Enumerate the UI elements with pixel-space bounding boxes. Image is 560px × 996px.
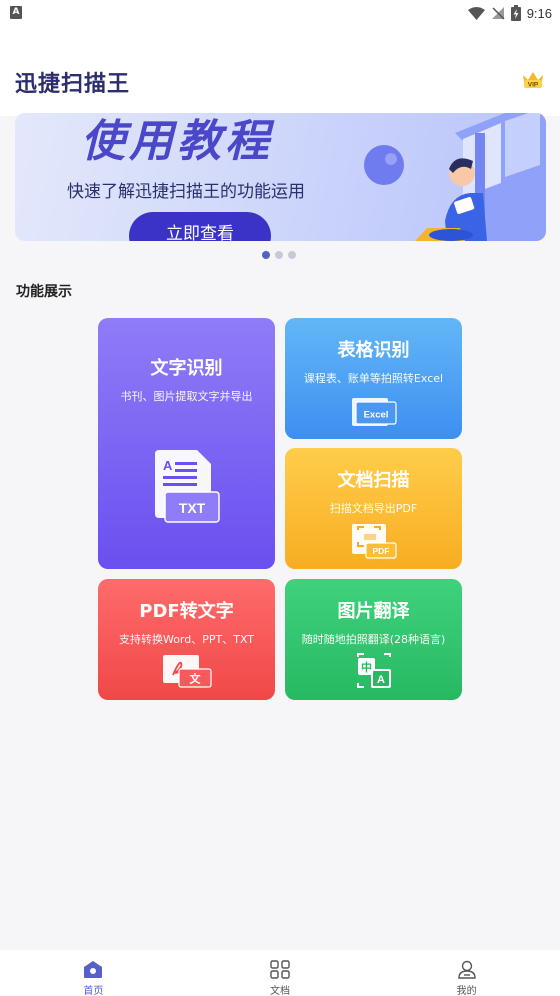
card-desc: 随时随地拍照翻译(28种语言) xyxy=(301,633,446,646)
banner-subtitle: 快速了解迅捷扫描王的功能运用 xyxy=(67,182,305,202)
user-icon xyxy=(457,960,476,979)
banner-dot-2[interactable] xyxy=(275,251,283,259)
scan-pdf-icon: PDF xyxy=(351,524,397,559)
app-title: 迅捷扫描王 xyxy=(15,72,131,97)
home-icon xyxy=(84,961,103,978)
translate-icon: 中 A xyxy=(356,653,391,688)
signal-off-icon xyxy=(491,7,505,20)
card-title: 文档扫描 xyxy=(337,470,410,491)
translate-target-label: A xyxy=(377,674,385,686)
card-title: 图片翻译 xyxy=(337,601,410,622)
nav-item-documents[interactable]: 文档 xyxy=(187,950,374,996)
card-title: 文字识别 xyxy=(150,358,223,379)
bottom-navigation: 首页 文档 我的 xyxy=(0,950,560,996)
clock: 9:16 xyxy=(526,5,552,21)
view-now-button[interactable]: 立即查看 xyxy=(129,212,271,241)
svg-text:A: A xyxy=(163,458,173,473)
app-header: 迅捷扫描王 VIP xyxy=(0,26,560,116)
nav-item-home[interactable]: 首页 xyxy=(0,950,187,996)
table-recognition-card[interactable]: 表格识别 课程表、账单等拍照转Excel Excel xyxy=(285,318,462,439)
card-desc: 支持转换Word、PPT、TXT xyxy=(118,633,255,646)
tutorial-banner[interactable]: 使用教程 快速了解迅捷扫描王的功能运用 立即查看 xyxy=(15,113,546,241)
translate-source-label: 中 xyxy=(361,660,372,674)
banner-heading: 使用教程 xyxy=(81,116,273,167)
card-desc: 书刊、图片提取文字并导出 xyxy=(120,390,253,403)
battery-charging-icon xyxy=(510,5,521,21)
grid-icon xyxy=(270,960,290,979)
excel-icon-label: Excel xyxy=(363,410,388,421)
pdf-icon-label: PDF xyxy=(372,546,389,556)
vip-crown-icon[interactable]: VIP xyxy=(521,70,545,90)
app-notification-icon: A xyxy=(10,6,22,19)
banner-pagination[interactable] xyxy=(262,251,296,259)
nav-label: 文档 xyxy=(270,986,290,996)
wifi-icon xyxy=(467,6,485,20)
text-recognition-card[interactable]: 文字识别 书刊、图片提取文字并导出 A TXT xyxy=(98,318,275,569)
pdf-to-text-card[interactable]: PDF转文字 支持转换Word、PPT、TXT 文 xyxy=(98,579,275,700)
reading-person-illustration xyxy=(364,113,546,241)
card-title: PDF转文字 xyxy=(139,601,234,622)
pdf-convert-icon: 文 xyxy=(162,655,212,688)
system-icons: 9:16 xyxy=(467,4,552,22)
section-title: 功能展示 xyxy=(16,284,72,300)
wen-icon-label: 文 xyxy=(189,672,201,686)
card-title: 表格识别 xyxy=(337,340,410,361)
nav-label: 首页 xyxy=(83,986,104,996)
banner-dot-3[interactable] xyxy=(288,251,296,259)
nav-label: 我的 xyxy=(456,986,477,996)
document-scan-card[interactable]: 文档扫描 扫描文档导出PDF PDF xyxy=(285,448,462,569)
nav-item-mine[interactable]: 我的 xyxy=(373,950,560,996)
card-desc: 扫描文档导出PDF xyxy=(329,502,418,515)
banner-dot-1[interactable] xyxy=(262,251,270,259)
vip-label: VIP xyxy=(528,82,539,89)
txt-icon-label: TXT xyxy=(178,500,205,516)
image-translate-card[interactable]: 图片翻译 随时随地拍照翻译(28种语言) 中 A xyxy=(285,579,462,700)
status-bar: A 9:16 xyxy=(0,0,560,26)
txt-document-icon: A TXT xyxy=(154,450,220,523)
card-desc: 课程表、账单等拍照转Excel xyxy=(303,372,444,385)
excel-icon: Excel xyxy=(351,398,397,426)
